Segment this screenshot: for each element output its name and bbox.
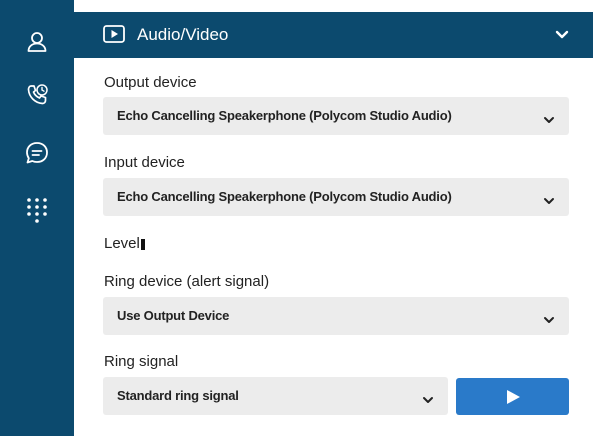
input-device-label: Input device	[104, 154, 185, 171]
sidebar-item-call-history[interactable]	[21, 79, 53, 111]
output-device-value: Echo Cancelling Speakerphone (Polycom St…	[117, 108, 452, 123]
input-device-select[interactable]: Echo Cancelling Speakerphone (Polycom St…	[103, 178, 569, 216]
settings-panel: Audio/Video Output device Echo Cancellin…	[74, 0, 593, 436]
ring-device-value: Use Output Device	[117, 308, 230, 323]
dialpad-icon	[27, 198, 47, 223]
audio-video-section-header[interactable]: Audio/Video	[74, 12, 593, 58]
sidebar	[0, 0, 74, 436]
ring-signal-value: Standard ring signal	[117, 388, 239, 403]
play-ring-signal-button[interactable]	[456, 378, 569, 415]
input-device-value: Echo Cancelling Speakerphone (Polycom St…	[117, 189, 452, 204]
ring-signal-select[interactable]: Standard ring signal	[103, 377, 448, 415]
chevron-down-icon[interactable]	[555, 27, 569, 45]
chat-icon	[26, 142, 48, 164]
chevron-down-icon	[543, 193, 555, 211]
output-device-label: Output device	[104, 74, 197, 91]
output-device-select[interactable]: Echo Cancelling Speakerphone (Polycom St…	[103, 97, 569, 135]
ring-signal-label: Ring signal	[104, 353, 179, 370]
top-divider	[74, 0, 593, 6]
sidebar-item-dialpad[interactable]	[21, 196, 53, 228]
chevron-down-icon	[543, 112, 555, 130]
sidebar-item-contacts[interactable]	[21, 26, 53, 58]
user-icon	[27, 32, 47, 52]
chevron-down-icon	[543, 312, 555, 330]
ring-device-label: Ring device (alert signal)	[104, 273, 270, 290]
video-play-icon	[103, 25, 125, 48]
section-title: Audio/Video	[137, 25, 229, 44]
level-label: Level	[104, 235, 140, 252]
phone-history-icon	[27, 84, 48, 105]
chevron-down-icon	[422, 392, 434, 410]
ring-device-select[interactable]: Use Output Device	[103, 297, 569, 335]
level-meter	[141, 239, 145, 250]
play-icon	[506, 389, 520, 404]
sidebar-item-chat[interactable]	[21, 137, 53, 169]
